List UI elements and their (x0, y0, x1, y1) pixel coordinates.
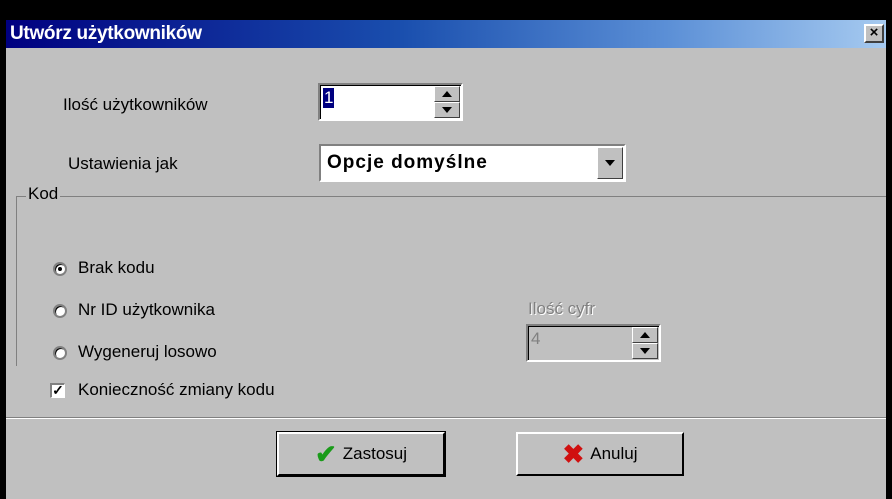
cancel-button-label: Anuluj (590, 444, 638, 463)
digits-spin-down-button[interactable] (632, 343, 658, 359)
apply-button[interactable]: ✔ Zastosuj (276, 431, 446, 477)
radio-user-id[interactable] (53, 304, 67, 318)
arrow-down-icon (442, 107, 452, 113)
radio-no-code[interactable] (53, 262, 67, 276)
force-change-label[interactable]: Konieczność zmiany kodu (78, 380, 275, 400)
radio-random[interactable] (53, 346, 67, 360)
arrow-up-icon (640, 332, 650, 338)
dropdown-button[interactable] (597, 147, 623, 179)
settings-value: Opcje domyślne (327, 152, 488, 173)
apply-button-label: Zastosuj (342, 444, 408, 463)
digits-label: Ilość cyfr (528, 299, 596, 318)
radio-random-label[interactable]: Wygeneruj losowo (78, 342, 217, 362)
settings-dropdown[interactable]: Opcje domyślne (319, 144, 626, 182)
window-title: Utwórz użytkowników (10, 23, 202, 44)
arrow-up-icon (442, 91, 452, 97)
settings-label: Ustawienia jak (68, 154, 178, 173)
chevron-down-icon (605, 160, 615, 166)
arrow-down-icon (640, 348, 650, 354)
force-change-checkbox[interactable]: ✓ (50, 383, 65, 398)
code-group-title: Kod (26, 184, 61, 204)
cancel-button[interactable]: ✖ Anuluj (516, 432, 684, 476)
spin-up-button[interactable] (434, 86, 460, 102)
digits-value: 4 (531, 329, 541, 348)
dialog-body: Ilość użytkowników 1 Ustawienia jak Opcj… (6, 48, 886, 499)
radio-no-code-label[interactable]: Brak kodu (78, 258, 155, 278)
check-icon: ✔ (314, 439, 337, 469)
user-count-stepper[interactable]: 1 (318, 83, 463, 121)
user-count-label: Ilość użytkowników (63, 95, 208, 114)
title-bar[interactable]: Utwórz użytkowników × (6, 20, 886, 48)
code-groupbox (16, 196, 886, 366)
x-icon: ✖ (562, 439, 585, 469)
spin-down-button[interactable] (434, 102, 460, 118)
separator (6, 417, 886, 419)
dialog-window: Utwórz użytkowników × Ilość użytkowników… (0, 0, 892, 499)
user-count-value[interactable]: 1 (323, 88, 335, 108)
radio-user-id-label[interactable]: Nr ID użytkownika (78, 300, 215, 320)
close-icon[interactable]: × (864, 24, 884, 43)
digits-spin-up-button[interactable] (632, 327, 658, 343)
digits-stepper[interactable]: 4 (526, 324, 661, 362)
